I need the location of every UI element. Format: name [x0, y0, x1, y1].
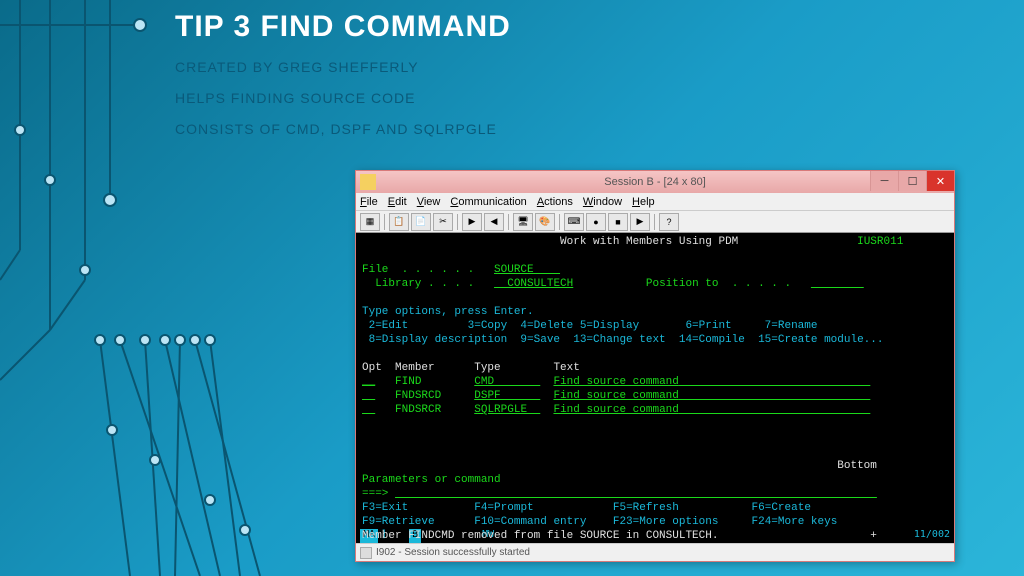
maximize-button[interactable]: ☐ [898, 171, 926, 191]
menu-view[interactable]: View [417, 196, 441, 208]
f4-key: F4=Prompt [474, 502, 533, 514]
message-line: Member FINDCMD removed from file SOURCE … [362, 530, 877, 542]
f3-key: F3=Exit [362, 502, 408, 514]
menu-edit[interactable]: Edit [388, 196, 407, 208]
tb-btn-send[interactable]: ▶ [462, 213, 482, 231]
menu-window[interactable]: Window [583, 196, 622, 208]
instructions: Type options, press Enter. [362, 306, 534, 318]
position-value[interactable] [811, 278, 864, 290]
slide-title: TIP 3 FIND COMMAND [175, 10, 1024, 44]
file-label: File . . . . . . [362, 264, 474, 276]
library-label: Library . . . . [362, 278, 474, 290]
tb-btn-1[interactable]: ▦ [360, 213, 380, 231]
menu-communication[interactable]: Communication [450, 196, 526, 208]
tb-btn-copy[interactable]: 📋 [389, 213, 409, 231]
app-icon [360, 174, 376, 190]
table-row: __ FIND CMD Find source command [362, 375, 948, 389]
menu-actions[interactable]: Actions [537, 196, 573, 208]
f5-key: F5=Refresh [613, 502, 679, 514]
status-icon [360, 547, 372, 559]
tb-btn-paste[interactable]: 📄 [411, 213, 431, 231]
tb-btn-help[interactable]: ? [659, 213, 679, 231]
col-text: Text [553, 362, 579, 374]
col-opt: Opt [362, 362, 382, 374]
f24-key: F24=More keys [752, 516, 838, 528]
f10-key: F10=Command entry [474, 516, 586, 528]
params-label: Parameters or command [362, 474, 501, 486]
status-message: I902 - Session successfully started [376, 547, 530, 558]
titlebar[interactable]: Session B - [24 x 80] ─ ☐ ✕ [356, 171, 954, 193]
tb-btn-stop[interactable]: ■ [608, 213, 628, 231]
f6-key: F6=Create [752, 502, 811, 514]
slide-author: CREATED BY GREG SHEFFERLY [175, 59, 1024, 75]
tb-btn-rec[interactable]: ● [586, 213, 606, 231]
user-id: IUSR011 [857, 236, 903, 248]
table-row: FNDSRCD DSPF Find source command [362, 389, 948, 403]
opt-input[interactable] [362, 404, 375, 416]
slide-desc-1: HELPS FINDING SOURCE CODE [175, 90, 1024, 106]
f9-key: F9=Retrieve [362, 516, 435, 528]
opt-input[interactable] [362, 390, 375, 402]
tb-btn-4[interactable]: ✂ [433, 213, 453, 231]
menu-file[interactable]: File [360, 196, 378, 208]
table-row: FNDSRCR SQLRPGLE Find source command [362, 403, 948, 417]
position-label: Position to . . . . . [646, 278, 791, 290]
terminal-screen[interactable]: Work with Members Using PDM IUSR011 File… [356, 233, 954, 529]
minimize-button[interactable]: ─ [870, 171, 898, 191]
tb-btn-map[interactable]: ⌨ [564, 213, 584, 231]
col-type: Type [474, 362, 500, 374]
close-button[interactable]: ✕ [926, 171, 954, 191]
tb-btn-recv[interactable]: ◀ [484, 213, 504, 231]
file-value[interactable]: SOURCE [494, 264, 560, 276]
options-line-1: 2=Edit 3=Copy 4=Delete 5=Display 6=Print… [362, 320, 817, 332]
menubar: File Edit View Communication Actions Win… [356, 193, 954, 211]
command-prompt: ===> [362, 488, 388, 500]
bottom-indicator: Bottom [837, 460, 877, 472]
options-line-2: 8=Display description 9=Save 13=Change t… [362, 334, 884, 346]
toolbar: ▦ 📋 📄 ✂ ▶ ◀ 🖥 🎨 ⌨ ● ■ ▶ ? [356, 211, 954, 233]
menu-help[interactable]: Help [632, 196, 655, 208]
command-input[interactable] [395, 488, 877, 500]
status-bar-2: I902 - Session successfully started [356, 543, 954, 561]
col-member: Member [395, 362, 435, 374]
f23-key: F23=More options [613, 516, 719, 528]
slide-desc-2: CONSISTS OF CMD, DSPF AND SQLRPGLE [175, 121, 1024, 137]
window-title: Session B - [24 x 80] [604, 176, 706, 188]
library-value[interactable]: CONSULTECH [494, 278, 573, 290]
terminal-window: Session B - [24 x 80] ─ ☐ ✕ File Edit Vi… [355, 170, 955, 562]
tb-btn-color[interactable]: 🎨 [535, 213, 555, 231]
screen-title: Work with Members Using PDM [560, 236, 738, 248]
tb-btn-play[interactable]: ▶ [630, 213, 650, 231]
opt-input[interactable]: __ [362, 376, 375, 388]
tb-btn-disp[interactable]: 🖥 [513, 213, 533, 231]
